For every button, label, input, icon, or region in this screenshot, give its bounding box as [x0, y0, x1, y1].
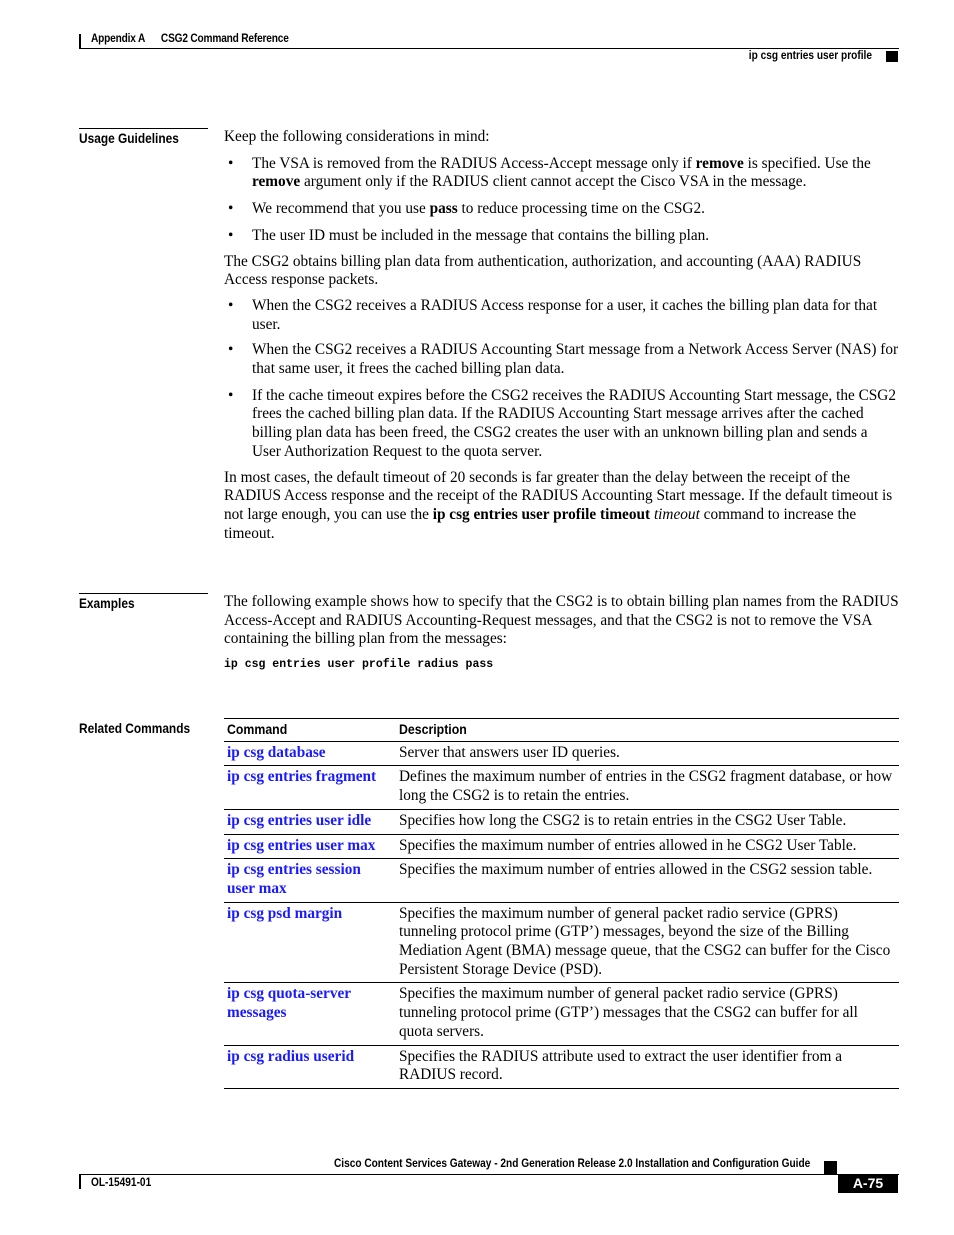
- command-link[interactable]: ip csg radius userid: [227, 1048, 354, 1065]
- command-link[interactable]: ip csg entries user idle: [227, 812, 371, 829]
- command-cell: ip csg entries user max: [224, 834, 396, 860]
- table-header-row: Command Description: [224, 718, 899, 742]
- header-appendix: Appendix A: [91, 33, 146, 45]
- column-header-description: Description: [396, 718, 899, 742]
- usage-paragraph-2: The CSG2 obtains billing plan data from …: [224, 252, 862, 289]
- table-row: ip csg radius userid Specifies the RADIUS…: [224, 1045, 899, 1089]
- footer-bar: [79, 1174, 81, 1189]
- list-item: When the CSG2 receives a RADIUS Access r…: [224, 297, 899, 334]
- header-rule: [79, 48, 899, 49]
- header-breadcrumb: Appendix A CSG2 Command Reference: [91, 33, 289, 45]
- usage-guidelines-body: Keep the following considerations in min…: [224, 128, 899, 543]
- command-cell: ip csg quota-server messages: [224, 982, 396, 1046]
- usage-bullets-2: When the CSG2 receives a RADIUS Access r…: [224, 297, 899, 462]
- table-row: ip csg database Server that answers user …: [224, 741, 899, 767]
- table-row: ip csg entries session user max Specifies…: [224, 858, 899, 903]
- command-link[interactable]: ip csg quota-server messages: [227, 985, 351, 1021]
- related-commands-table: Command Description ip csg database Serve…: [224, 718, 899, 1089]
- usage-guidelines-heading: Usage Guidelines: [79, 128, 208, 146]
- example-code: ip csg entries user profile radius pass: [224, 658, 494, 671]
- table-row: ip csg entries user max Specifies the max…: [224, 834, 899, 860]
- usage-intro: Keep the following considerations in min…: [224, 128, 490, 145]
- description-cell: Specifies how long the CSG2 is to retain…: [396, 809, 899, 835]
- usage-paragraph-3: In most cases, the default timeout of 20…: [224, 468, 893, 542]
- table-row: ip csg psd margin Specifies the maximum n…: [224, 902, 899, 984]
- related-commands-heading: Related Commands: [79, 720, 191, 736]
- footer-guide-title: Cisco Content Services Gateway - 2nd Gen…: [333, 1158, 810, 1170]
- command-cell: ip csg entries fragment: [224, 765, 396, 810]
- command-link[interactable]: ip csg entries session user max: [227, 861, 361, 897]
- examples-heading: Examples: [79, 593, 208, 611]
- header-bar: [79, 34, 81, 49]
- table-row: ip csg entries user idle Specifies how lo…: [224, 809, 899, 835]
- command-link[interactable]: ip csg psd margin: [227, 905, 342, 922]
- description-cell: Defines the maximum number of entries in…: [396, 765, 899, 810]
- list-item: If the cache timeout expires before the …: [224, 387, 899, 462]
- description-cell: Specifies the RADIUS attribute used to e…: [396, 1045, 899, 1089]
- list-item: The user ID must be included in the mess…: [224, 227, 899, 246]
- table-row: ip csg quota-server messages Specifies th…: [224, 982, 899, 1046]
- description-cell: Server that answers user ID queries.: [396, 741, 899, 767]
- command-cell: ip csg database: [224, 741, 396, 767]
- description-cell: Specifies the maximum number of general …: [396, 902, 899, 984]
- footer-rule: [79, 1174, 899, 1175]
- command-link[interactable]: ip csg database: [227, 744, 326, 761]
- examples-text: The following example shows how to speci…: [224, 593, 899, 648]
- header-chapter: CSG2 Command Reference: [160, 33, 289, 45]
- header-block: [886, 51, 898, 62]
- description-cell: Specifies the maximum number of entries …: [396, 834, 899, 860]
- table-row: ip csg entries fragment Defines the maxim…: [224, 765, 899, 810]
- footer-doc-number: OL-15491-01: [91, 1177, 152, 1189]
- description-cell: Specifies the maximum number of entries …: [396, 858, 899, 903]
- column-header-command: Command: [224, 718, 396, 742]
- list-item: We recommend that you use pass to reduce…: [224, 200, 899, 219]
- command-link[interactable]: ip csg entries user max: [227, 837, 375, 854]
- header-topic: ip csg entries user profile: [748, 50, 872, 62]
- description-cell: Specifies the maximum number of general …: [396, 982, 899, 1046]
- command-cell: ip csg entries user idle: [224, 809, 396, 835]
- usage-bullets-1: The VSA is removed from the RADIUS Acces…: [224, 155, 899, 246]
- list-item: When the CSG2 receives a RADIUS Accounti…: [224, 341, 899, 378]
- command-cell: ip csg psd margin: [224, 902, 396, 984]
- command-link[interactable]: ip csg entries fragment: [227, 768, 376, 785]
- command-cell: ip csg radius userid: [224, 1045, 396, 1089]
- footer-block: [824, 1161, 837, 1174]
- page-number: A-75: [838, 1174, 898, 1193]
- list-item: The VSA is removed from the RADIUS Acces…: [224, 155, 899, 192]
- command-cell: ip csg entries session user max: [224, 858, 396, 903]
